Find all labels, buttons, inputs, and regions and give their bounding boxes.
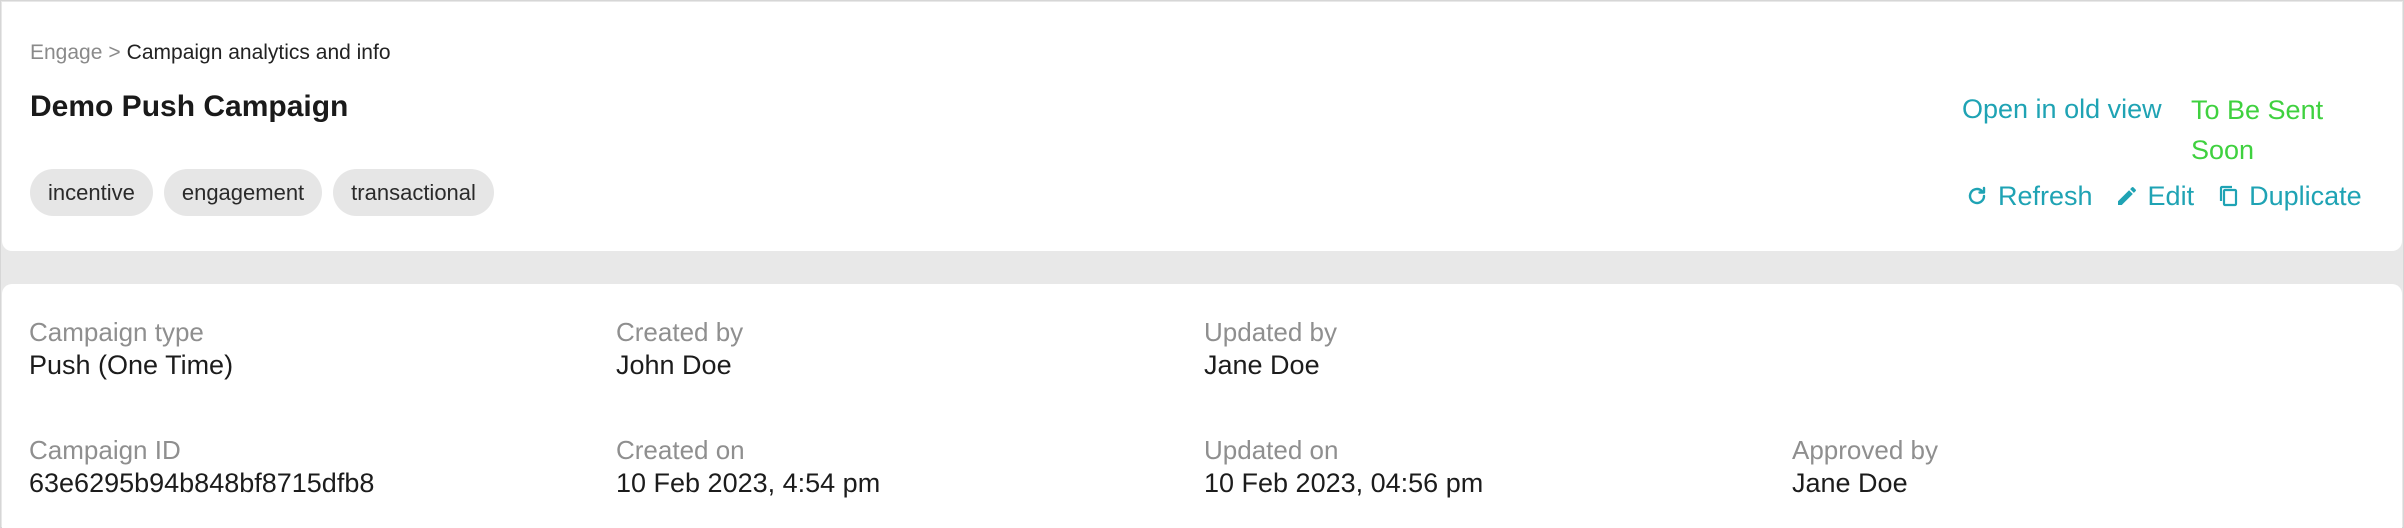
campaign-type-field: Campaign type Push (One Time) (29, 316, 233, 382)
pencil-icon (2115, 184, 2139, 208)
tag-chip: incentive (30, 169, 153, 216)
field-label: Campaign type (29, 317, 204, 347)
campaign-details-card: Campaign type Push (One Time) Created by… (2, 284, 2402, 528)
breadcrumb: Engage > Campaign analytics and info (30, 40, 391, 66)
breadcrumb-engage-link[interactable]: Engage (30, 40, 102, 66)
refresh-label: Refresh (1998, 181, 2093, 211)
field-value: Jane Doe (1204, 350, 1320, 380)
status-badge: To Be Sent Soon (2191, 95, 2324, 165)
field-label: Created by (616, 317, 744, 347)
campaign-tags: incentive engagement transactional (30, 169, 494, 216)
tag-chip: engagement (163, 169, 323, 216)
edit-label: Edit (2147, 181, 2195, 211)
breadcrumb-current: Campaign analytics and info (126, 41, 391, 64)
page-title: Demo Push Campaign (30, 90, 349, 123)
updated-on-field: Updated on 10 Feb 2023, 04:56 pm (1204, 434, 1483, 500)
created-by-field: Created by John Doe (616, 316, 743, 382)
field-value: John Doe (616, 350, 732, 380)
campaign-id-field: Campaign ID 63e6295b94b848bf8715dfb8 (29, 434, 374, 500)
duplicate-label: Duplicate (2249, 181, 2362, 211)
header-actions: Refresh Edit Duplicate (1965, 177, 2362, 215)
updated-by-field: Updated by Jane Doe (1204, 316, 1337, 382)
refresh-icon (1965, 184, 1989, 208)
refresh-button[interactable]: Refresh (1965, 177, 2093, 215)
field-label: Campaign ID (29, 435, 181, 465)
field-value: 63e6295b94b848bf8715dfb8 (29, 468, 375, 498)
breadcrumb-separator: > (108, 41, 121, 64)
tag-chip: transactional (333, 169, 494, 216)
field-label: Updated on (1204, 435, 1339, 465)
approved-by-field: Approved by Jane Doe (1792, 434, 1938, 500)
copy-icon (2216, 184, 2240, 208)
duplicate-button[interactable]: Duplicate (2216, 177, 2362, 215)
open-in-old-view-link[interactable]: Open in old view (1962, 90, 2162, 128)
created-on-field: Created on 10 Feb 2023, 4:54 pm (616, 434, 880, 500)
field-label: Approved by (1792, 435, 1938, 465)
field-value: Push (One Time) (29, 350, 234, 380)
campaign-page: Engage > Campaign analytics and info Dem… (0, 0, 2404, 528)
field-value: 10 Feb 2023, 4:54 pm (616, 468, 881, 498)
field-value: Jane Doe (1792, 468, 1908, 498)
field-label: Updated by (1204, 317, 1337, 347)
field-value: 10 Feb 2023, 04:56 pm (1204, 468, 1484, 498)
campaign-header-card: Engage > Campaign analytics and info Dem… (2, 2, 2402, 251)
edit-button[interactable]: Edit (2115, 177, 2195, 215)
field-label: Created on (616, 435, 745, 465)
